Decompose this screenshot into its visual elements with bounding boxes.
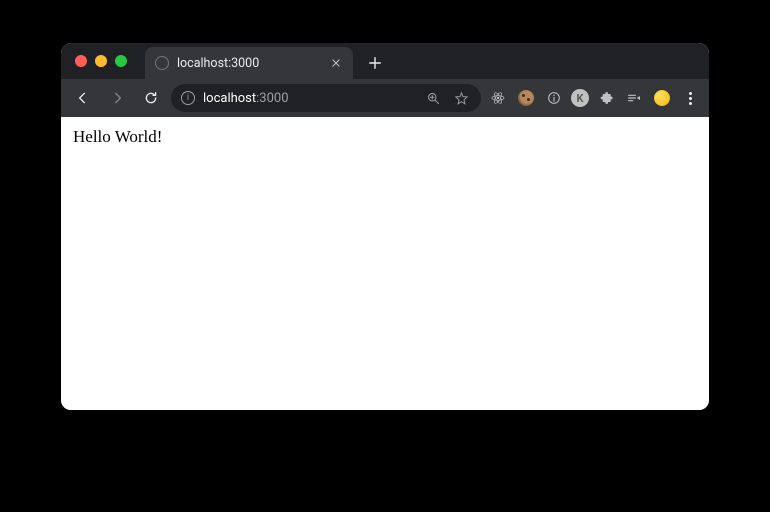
page-body-text: Hello World! (73, 127, 162, 146)
forward-button[interactable] (103, 84, 131, 112)
kebab-menu-icon (680, 92, 700, 105)
browser-tab[interactable]: localhost:3000 (145, 47, 353, 79)
extensions-puzzle-icon[interactable] (595, 87, 617, 109)
titlebar: localhost:3000 (61, 43, 709, 79)
browser-window: localhost:3000 i localhost:3000 (61, 43, 709, 410)
yellow-extension-icon[interactable] (651, 87, 673, 109)
info-extension-icon[interactable] (543, 87, 565, 109)
tab-title: localhost:3000 (177, 56, 321, 71)
window-minimize-button[interactable] (95, 55, 107, 67)
browser-menu-button[interactable] (679, 87, 701, 109)
cookie-extension-icon[interactable] (515, 87, 537, 109)
extension-row: K (487, 87, 701, 109)
toolbar: i localhost:3000 K (61, 79, 709, 117)
page-viewport: Hello World! (61, 117, 709, 410)
reload-button[interactable] (137, 84, 165, 112)
media-control-icon[interactable] (623, 87, 645, 109)
url-port: :3000 (256, 91, 288, 106)
site-info-icon[interactable]: i (181, 91, 195, 105)
address-bar[interactable]: i localhost:3000 (171, 84, 481, 112)
zoom-icon[interactable] (423, 88, 443, 108)
window-maximize-button[interactable] (115, 55, 127, 67)
url-host: localhost (203, 91, 256, 106)
globe-icon (155, 56, 169, 70)
window-controls (71, 55, 137, 79)
profile-avatar[interactable]: K (571, 89, 589, 107)
avatar-letter: K (577, 92, 584, 105)
react-devtools-icon[interactable] (487, 87, 509, 109)
new-tab-button[interactable] (361, 49, 389, 77)
window-close-button[interactable] (75, 55, 87, 67)
back-button[interactable] (69, 84, 97, 112)
tab-close-button[interactable] (329, 56, 343, 70)
url-text: localhost:3000 (203, 91, 289, 106)
bookmark-star-icon[interactable] (451, 88, 471, 108)
